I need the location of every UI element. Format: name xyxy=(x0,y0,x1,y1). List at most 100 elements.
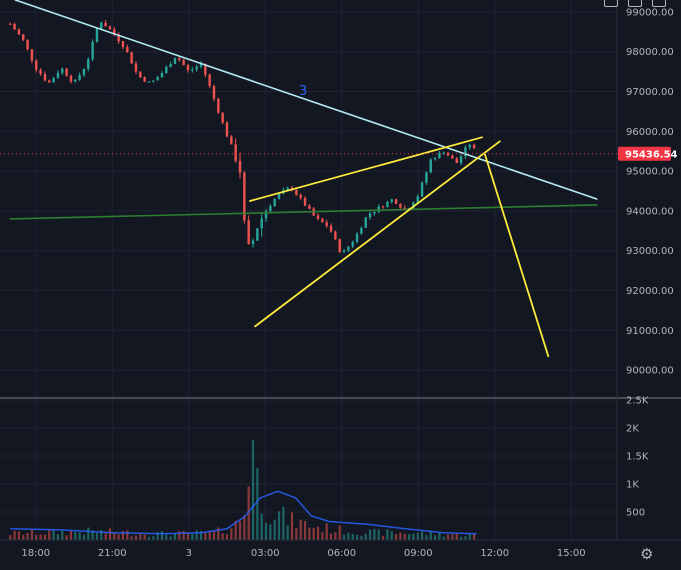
heart-icon[interactable] xyxy=(628,0,642,7)
volume-bar xyxy=(364,533,367,540)
volume-bar xyxy=(39,534,42,540)
volume-axis[interactable]: 2.5K 2K 1.5K 1K 500 xyxy=(626,396,649,519)
candle-body xyxy=(56,72,60,78)
gear-icon[interactable]: ⚙ xyxy=(640,546,653,562)
candle-body xyxy=(256,228,259,241)
candle-body xyxy=(373,211,376,214)
volume-bar xyxy=(195,530,198,540)
candle-body xyxy=(338,239,341,252)
candle-body xyxy=(82,68,86,76)
volume-bar xyxy=(43,534,47,540)
volume-bar xyxy=(399,532,402,540)
time-tick-label: 21:00 xyxy=(98,548,127,559)
volume-bar xyxy=(286,525,289,540)
volume-bar xyxy=(368,529,372,540)
volume-bar xyxy=(160,531,164,540)
volume-bar xyxy=(9,535,12,540)
candle-body xyxy=(334,231,337,240)
candle-body xyxy=(217,98,220,113)
candle-body xyxy=(74,79,77,82)
volume-bar xyxy=(390,531,393,540)
wedge-lower-line xyxy=(254,140,501,328)
candle-body xyxy=(425,172,428,183)
time-tick-label: 03:00 xyxy=(251,548,280,559)
candle-body xyxy=(295,190,298,195)
price-tick-label: 96000.00 xyxy=(626,127,674,138)
candles xyxy=(9,19,476,254)
volume-bar xyxy=(416,532,419,540)
candle-body xyxy=(156,76,159,81)
candle-body xyxy=(230,136,233,145)
volume-bar xyxy=(433,535,437,540)
volume-bar xyxy=(152,536,155,540)
candle-body xyxy=(251,240,255,244)
volume-bar xyxy=(334,532,337,540)
price-tick-label: 92000.00 xyxy=(626,286,674,297)
candle-body xyxy=(186,65,190,71)
chart-canvas[interactable]: 95436.54 3 99000.00 98000.00 97000.00 96000… xyxy=(0,0,681,570)
volume-bar xyxy=(351,533,354,540)
volume-bar xyxy=(139,533,142,540)
volume-bar xyxy=(74,531,77,540)
candle-body xyxy=(390,199,393,202)
candle-body xyxy=(394,199,398,204)
candle-body xyxy=(455,158,458,163)
candle-body xyxy=(433,158,437,160)
volume-bar xyxy=(178,531,181,540)
candle-body xyxy=(329,225,333,232)
volume-bar xyxy=(191,533,194,540)
volume-bar xyxy=(134,535,138,540)
price-axis[interactable]: 99000.00 98000.00 97000.00 96000.00 95000.00… xyxy=(626,7,674,376)
candle-body xyxy=(65,68,68,76)
candle-body xyxy=(139,71,142,78)
candle-body xyxy=(277,193,281,200)
candle-body xyxy=(121,41,125,48)
candle-body xyxy=(30,49,34,61)
volume-tick-label: 1.5K xyxy=(626,452,649,463)
volume-bar xyxy=(108,528,112,540)
volume-bar xyxy=(82,534,86,540)
volume-bar xyxy=(26,533,29,540)
volume-bar xyxy=(290,512,294,540)
time-tick-label: 18:00 xyxy=(21,548,50,559)
candle-body xyxy=(399,203,402,208)
candle-body xyxy=(13,23,16,30)
volume-bar xyxy=(303,520,307,540)
candle-body xyxy=(91,41,94,60)
volume-bar xyxy=(277,511,281,540)
drawings[interactable] xyxy=(9,0,598,358)
volume-bar xyxy=(347,532,350,540)
volume-tick-label: 1K xyxy=(626,480,639,491)
volume-bar xyxy=(48,530,51,540)
volume-bar xyxy=(342,534,346,540)
volume-bar xyxy=(403,533,406,540)
candle-body xyxy=(147,81,151,83)
volume-tick-label: 500 xyxy=(626,508,645,519)
volume-tick-label: 2K xyxy=(626,424,639,435)
volume-bar xyxy=(316,526,320,540)
candle-body xyxy=(308,205,311,209)
candle-body xyxy=(468,144,471,148)
annotation-label[interactable]: 3 xyxy=(299,84,307,99)
volume-bar xyxy=(13,530,16,540)
candle-body xyxy=(368,213,372,218)
projection-line xyxy=(483,152,550,358)
volume-bar xyxy=(394,533,398,540)
volume-bar xyxy=(455,532,458,540)
volume-tick-label: 2.5K xyxy=(626,396,649,407)
candle-body xyxy=(355,233,359,243)
price-tick-label: 93000.00 xyxy=(626,246,674,257)
volume-bar xyxy=(464,536,467,540)
time-axis[interactable]: 18:00 21:00 3 03:00 06:00 09:00 12:00 15:00 xyxy=(21,548,585,559)
volume-bar xyxy=(165,534,168,540)
settings-icon[interactable] xyxy=(652,0,666,7)
price-tick-label: 98000.00 xyxy=(626,47,674,58)
volume-bar xyxy=(65,535,68,540)
candle-body xyxy=(195,66,198,70)
volume-bar xyxy=(61,530,64,540)
candle-body xyxy=(100,22,103,29)
candle-body xyxy=(9,23,12,25)
volume-bar xyxy=(78,532,81,540)
camera-icon[interactable] xyxy=(604,0,618,7)
candle-body xyxy=(247,220,250,244)
